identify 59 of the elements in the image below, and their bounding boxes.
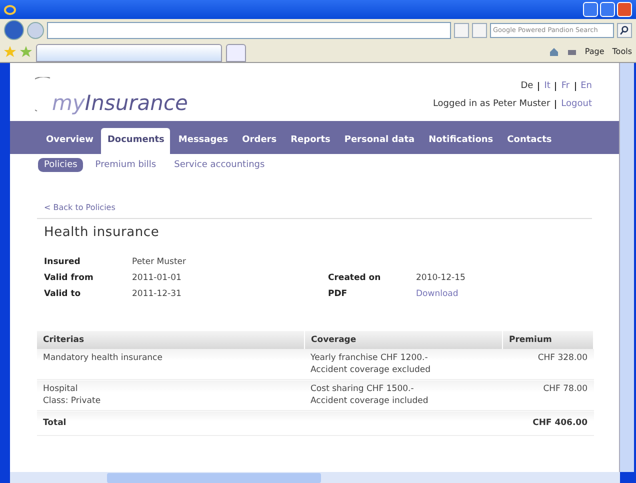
close-button[interactable] bbox=[617, 2, 632, 17]
forward-button[interactable] bbox=[27, 22, 44, 38]
search-icon[interactable] bbox=[617, 22, 632, 38]
toolbar-menu[interactable]: Tools bbox=[612, 47, 632, 56]
back-link[interactable]: < Back to Policies bbox=[44, 203, 116, 212]
table-cell: Yearly franchise CHF 1200.- Accident coverage excluded bbox=[304, 349, 502, 380]
logo-arc-icon bbox=[35, 77, 51, 113]
table-cell: Mandatory health insurance bbox=[37, 349, 304, 380]
nav-tab[interactable]: Notifications bbox=[422, 128, 500, 154]
field-label: PDF bbox=[328, 289, 348, 299]
nav-tab[interactable]: Messages bbox=[172, 128, 234, 154]
language-link[interactable]: En bbox=[580, 81, 592, 91]
table-cell: CHF 78.00 bbox=[502, 380, 594, 410]
field-value: Peter Muster bbox=[132, 257, 188, 267]
field-value: 2011-12-31 bbox=[132, 289, 182, 299]
home-icon[interactable] bbox=[548, 46, 559, 56]
sub-tab[interactable]: Policies bbox=[38, 158, 84, 172]
logout-link[interactable]: Logout bbox=[561, 99, 592, 109]
nav-tab[interactable]: Orders bbox=[236, 128, 283, 154]
toolbar-menu[interactable]: Page bbox=[584, 47, 604, 56]
browser-tab[interactable] bbox=[36, 44, 222, 62]
download-link[interactable]: Download bbox=[416, 289, 458, 299]
page-heading: Health insurance bbox=[44, 225, 160, 240]
table-cell: Cost sharing CHF 1500.- Accident coverage included bbox=[304, 380, 502, 410]
minimize-button[interactable] bbox=[583, 2, 598, 17]
table-cell: CHF 328.00 bbox=[502, 349, 594, 380]
nav-tab[interactable]: Overview bbox=[40, 128, 100, 154]
total-label: Total bbox=[37, 410, 304, 436]
column-header: Premium bbox=[502, 331, 594, 349]
new-tab-button[interactable] bbox=[226, 44, 246, 62]
horizontal-scrollbar[interactable] bbox=[10, 472, 620, 483]
field-label: Insured bbox=[44, 257, 82, 267]
user-status: Logged in as Peter Muster bbox=[432, 99, 550, 109]
nav-tab[interactable]: Contacts bbox=[501, 128, 558, 154]
field-label: Valid to bbox=[44, 289, 82, 299]
total-premium: CHF 406.00 bbox=[502, 410, 594, 436]
nav-tab[interactable]: Documents bbox=[101, 128, 170, 154]
language-link[interactable]: Fr bbox=[561, 81, 570, 91]
vertical-scrollbar[interactable] bbox=[619, 63, 634, 472]
nav-tab[interactable]: Reports bbox=[284, 128, 336, 154]
language-link[interactable]: De bbox=[520, 81, 534, 91]
sub-tab[interactable]: Premium bills bbox=[89, 158, 162, 172]
column-header: Coverage bbox=[304, 331, 502, 349]
sub-tab[interactable]: Service accountings bbox=[168, 158, 271, 172]
field-value: 2011-01-01 bbox=[132, 273, 182, 283]
table-cell: Hospital Class: Private bbox=[37, 380, 304, 410]
maximize-button[interactable] bbox=[600, 2, 615, 17]
star-plus-icon[interactable] bbox=[20, 46, 32, 58]
logo: myInsurance bbox=[52, 91, 188, 115]
browser-logo-icon bbox=[4, 4, 16, 16]
star-icon[interactable] bbox=[4, 46, 16, 58]
address-field[interactable] bbox=[47, 22, 451, 38]
field-value: 2010-12-15 bbox=[416, 273, 466, 283]
column-header: Criterias bbox=[37, 331, 304, 349]
nav-tab[interactable]: Personal data bbox=[338, 128, 421, 154]
back-button[interactable] bbox=[4, 20, 24, 40]
field-label: Valid from bbox=[44, 273, 94, 283]
language-link[interactable]: It bbox=[544, 81, 550, 91]
field-label: Created on bbox=[328, 273, 382, 283]
